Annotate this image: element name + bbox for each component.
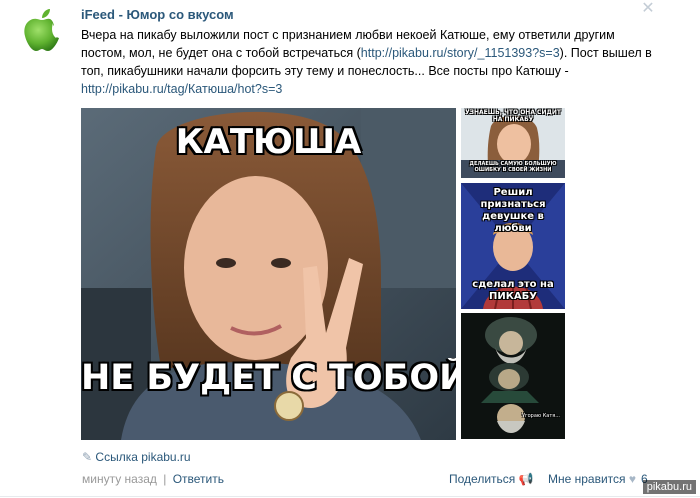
megaphone-icon: 📢	[518, 472, 534, 486]
share-button[interactable]: Поделиться 📢	[449, 472, 534, 486]
link-domain[interactable]: pikabu.ru	[141, 450, 190, 464]
thumbnail-image[interactable]: Угораю Катя...	[461, 313, 565, 439]
main-meme-image[interactable]: КАТЮША НЕ БУДЕТ С ТОБОЙ ДРУЖИ	[81, 108, 456, 440]
watermark: pikabu.ru	[642, 480, 696, 494]
tag-link[interactable]: http://pikabu.ru/tag/Катюша/hot?s=3	[81, 82, 282, 96]
meme-top-caption: КАТЮША	[175, 122, 362, 162]
thumb3-caption: Угораю Катя...	[521, 413, 561, 419]
link-icon: ✎	[82, 450, 93, 464]
reply-link[interactable]: Ответить	[173, 472, 224, 486]
thumb1-bottom-caption: ДЕЛАЕШЬ САМУЮ БОЛЬШУЮ ОШИБКУ В СВОЕЙ ЖИЗ…	[469, 161, 557, 173]
share-label: Поделиться	[449, 472, 516, 486]
post-divider	[0, 496, 700, 497]
heart-icon: ♥	[628, 472, 637, 486]
post-meta: минуту назад | Ответить	[82, 472, 224, 486]
post-text: Вчера на пикабу выложили пост с признани…	[81, 26, 661, 98]
thumbnail-image[interactable]: Решил признаться девушке в любви сделал …	[461, 183, 565, 309]
thumb1-top-caption: УЗНАЕШЬ, ЧТО ОНА СИДИТ НА ПИКАБУ	[465, 109, 561, 123]
like-button[interactable]: Мне нравится ♥	[548, 472, 636, 486]
thumbnail-image[interactable]: УЗНАЕШЬ, ЧТО ОНА СИДИТ НА ПИКАБУ ДЕЛАЕШЬ…	[461, 108, 565, 178]
post-author-link[interactable]: iFeed - Юмор со вкусом	[81, 7, 234, 22]
post-time[interactable]: минуту назад	[82, 472, 157, 486]
thumb2-bottom-caption: сделал это на ПИКАБУ	[472, 279, 554, 302]
meta-separator: |	[163, 472, 167, 486]
apple-logo-icon	[24, 9, 59, 51]
thumb2-top-caption: Решил признаться девушке в любви	[480, 187, 546, 234]
feed-post: iFeed - Юмор со вкусом ✕ Вчера на пикабу…	[0, 0, 700, 498]
like-label: Мне нравится	[548, 472, 626, 486]
thumb3-photo	[461, 313, 565, 439]
avatar[interactable]	[20, 7, 64, 53]
story-link[interactable]: http://pikabu.ru/story/_1151393?s=3	[361, 46, 560, 60]
meme-bottom-caption: НЕ БУДЕТ С ТОБОЙ ДРУЖИ	[81, 358, 456, 398]
attachment-link-row[interactable]: ✎ Ссылка pikabu.ru	[82, 450, 191, 464]
close-icon[interactable]: ✕	[641, 1, 655, 17]
link-label: Ссылка	[95, 450, 138, 464]
